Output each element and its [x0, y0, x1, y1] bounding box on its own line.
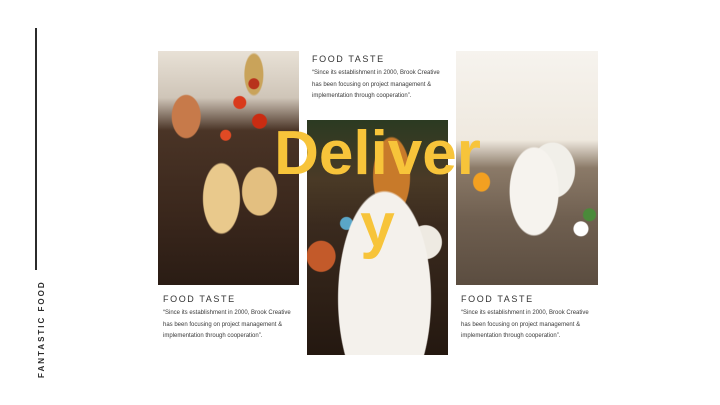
card-1-body: “Since its establishment in 2000, Brook …: [163, 310, 291, 339]
vertical-side-label: FANTASTIC FOOD: [37, 280, 46, 378]
food-delivery-slide: FANTASTIC FOOD FOOD TASTE “Since its est…: [0, 0, 720, 405]
card-2-title: FOOD TASTE: [312, 54, 385, 64]
left-divider-line: [35, 28, 37, 270]
card-3-title: FOOD TASTE: [461, 294, 534, 304]
card-1-title: FOOD TASTE: [163, 294, 236, 304]
card-2-body: “Since its establishment in 2000, Brook …: [312, 70, 440, 99]
card-3-body: “Since its establishment in 2000, Brook …: [461, 310, 589, 339]
overlay-headline: Delivery: [274, 119, 481, 260]
